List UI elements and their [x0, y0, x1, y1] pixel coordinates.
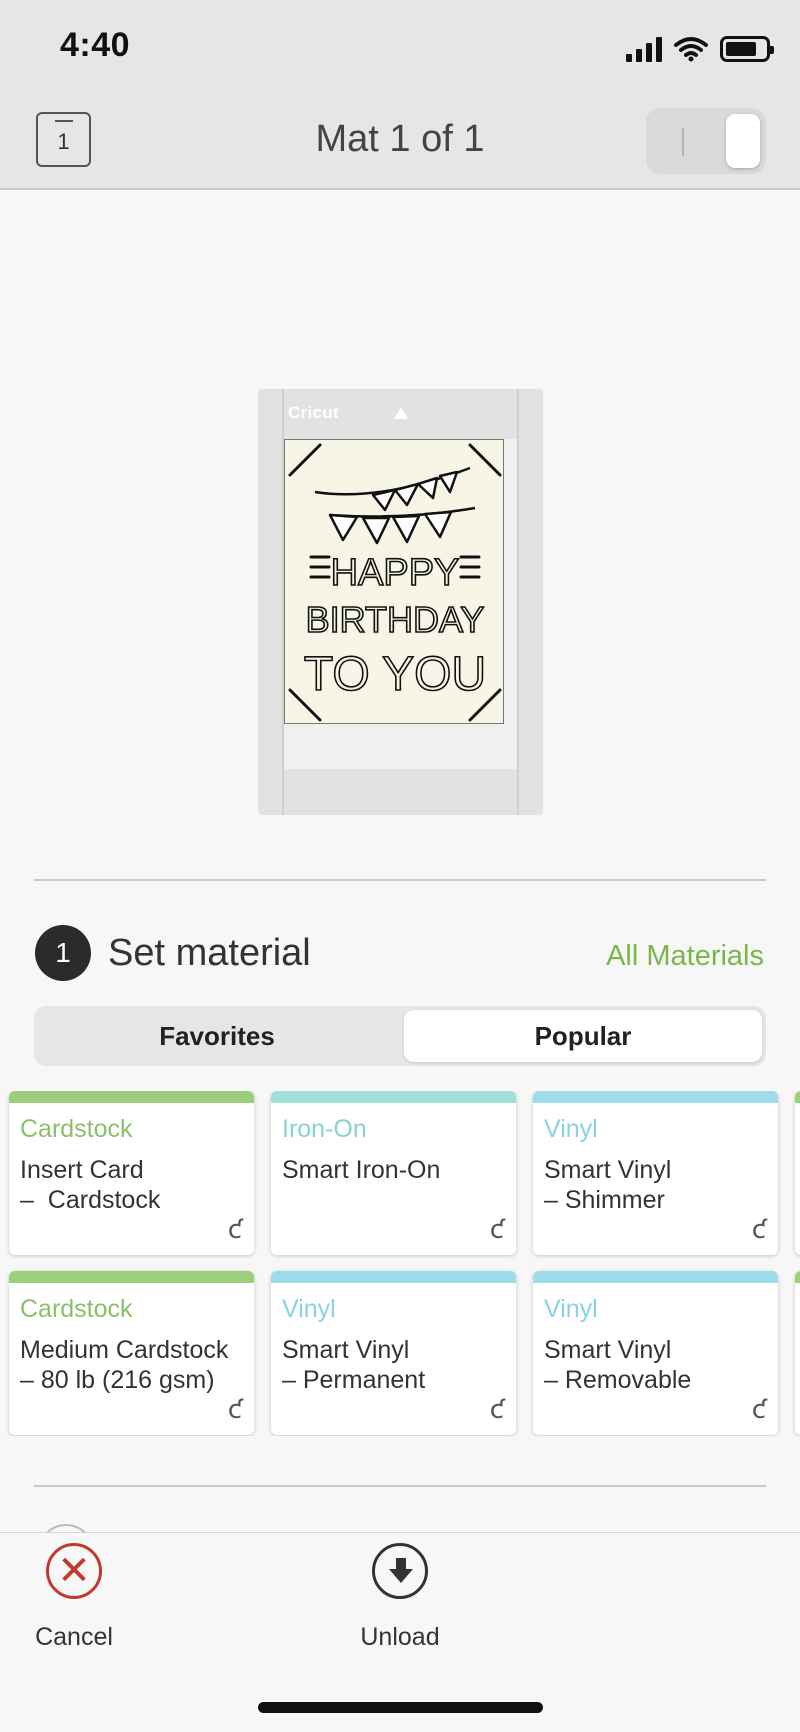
birthday-design-artwork: HAPPY BIRTHDAY TO YOU: [288, 443, 502, 722]
material-tile-peek[interactable]: [795, 1091, 800, 1255]
svg-text:HAPPY: HAPPY: [331, 552, 460, 594]
tile-color-band: [271, 1271, 516, 1283]
divider: [34, 1485, 766, 1487]
design-card[interactable]: HAPPY BIRTHDAY TO YOU: [284, 439, 504, 724]
tile-material-name: Medium Cardstock – 80 lb (216 gsm): [20, 1336, 229, 1394]
material-tile[interactable]: Iron-On Smart Iron-On ƈ: [271, 1091, 516, 1255]
cancel-x-icon: ✕: [46, 1543, 102, 1599]
cancel-label: Cancel: [35, 1623, 113, 1651]
home-indicator[interactable]: [258, 1702, 543, 1713]
unload-label: Unload: [360, 1623, 440, 1651]
cricut-c-icon: ƈ: [227, 1215, 242, 1245]
tile-color-band: [533, 1091, 778, 1103]
wifi-icon: [674, 37, 708, 62]
tile-material-name: Smart Vinyl – Removable: [544, 1336, 692, 1394]
tile-color-band: [795, 1091, 800, 1103]
status-icons: [626, 34, 774, 62]
mirror-toggle[interactable]: [646, 108, 766, 174]
tile-color-band: [9, 1271, 254, 1283]
status-bar: 4:40: [0, 0, 800, 100]
tile-color-band: [533, 1271, 778, 1283]
material-tile[interactable]: Vinyl Smart Vinyl – Permanent ƈ: [271, 1271, 516, 1435]
cricut-c-icon: ƈ: [489, 1395, 504, 1425]
tile-color-band: [9, 1091, 254, 1103]
mat-brand-logo: Cricut: [288, 403, 339, 422]
tile-color-band: [795, 1271, 800, 1283]
mat-rail-right: [517, 389, 519, 815]
all-materials-link[interactable]: All Materials: [606, 940, 764, 973]
toggle-track-mark: [682, 128, 684, 156]
step-number-badge: 1: [35, 925, 91, 981]
material-tile-peek[interactable]: [795, 1271, 800, 1435]
tab-popular[interactable]: Popular: [404, 1010, 762, 1062]
cellular-signal-icon: [626, 36, 662, 62]
tile-material-name: Smart Vinyl – Permanent: [282, 1336, 426, 1394]
material-tile[interactable]: Vinyl Smart Vinyl – Shimmer ƈ: [533, 1091, 778, 1255]
cricut-c-icon: ƈ: [227, 1395, 242, 1425]
tile-color-band: [271, 1091, 516, 1103]
tile-material-name: Insert Card – Cardstock: [20, 1156, 161, 1214]
tile-category: Vinyl: [544, 1295, 598, 1323]
unload-arrow-icon: [372, 1543, 428, 1599]
toggle-knob: [726, 114, 760, 168]
svg-text:BIRTHDAY: BIRTHDAY: [306, 599, 485, 640]
unload-button[interactable]: Unload: [330, 1543, 470, 1652]
status-time: 4:40: [60, 26, 131, 64]
tile-material-name: Smart Vinyl – Shimmer: [544, 1156, 672, 1214]
material-tile[interactable]: Cardstock Insert Card – Cardstock ƈ: [9, 1091, 254, 1255]
header: 1 Mat 1 of 1: [0, 100, 800, 190]
cricut-c-icon: ƈ: [751, 1215, 766, 1245]
tile-category: Iron-On: [282, 1115, 367, 1143]
tile-material-name: Smart Iron-On: [282, 1156, 441, 1184]
load-direction-arrow-icon: [394, 407, 408, 419]
tile-category: Vinyl: [544, 1115, 598, 1143]
cricut-c-icon: ƈ: [751, 1395, 766, 1425]
tile-category: Cardstock: [20, 1115, 133, 1143]
mat-preview[interactable]: Cricut HAPPY BIRTHDAY TO YOU: [258, 389, 543, 815]
tab-favorites[interactable]: Favorites: [38, 1010, 396, 1062]
battery-icon: [720, 36, 774, 62]
material-tab-control: Favorites Popular: [34, 1006, 766, 1066]
svg-text:TO YOU: TO YOU: [304, 648, 486, 701]
material-tile[interactable]: Cardstock Medium Cardstock – 80 lb (216 …: [9, 1271, 254, 1435]
cricut-c-icon: ƈ: [489, 1215, 504, 1245]
tile-category: Vinyl: [282, 1295, 336, 1323]
cancel-button[interactable]: ✕ Cancel: [4, 1543, 144, 1652]
divider: [34, 879, 766, 881]
material-tile[interactable]: Vinyl Smart Vinyl – Removable ƈ: [533, 1271, 778, 1435]
material-tiles: Cardstock Insert Card – Cardstock ƈ Iron…: [0, 1091, 800, 1436]
tile-category: Cardstock: [20, 1295, 133, 1323]
section-title: Set material: [108, 932, 311, 974]
